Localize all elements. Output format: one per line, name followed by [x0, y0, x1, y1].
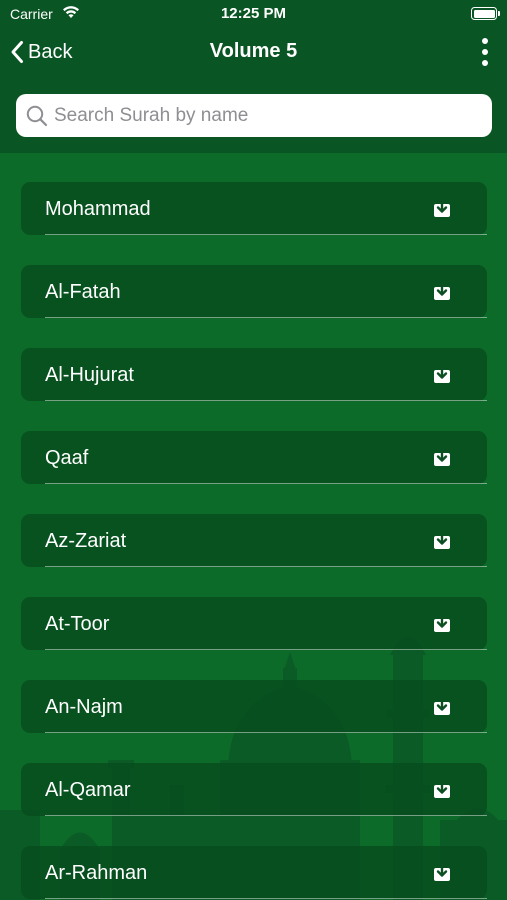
row-divider — [45, 566, 487, 567]
search-input[interactable] — [54, 104, 474, 127]
surah-row[interactable]: Ar-Rahman — [21, 846, 487, 899]
status-time: 12:25 PM — [220, 5, 287, 22]
row-divider — [45, 815, 487, 816]
more-dot-icon — [482, 60, 488, 66]
battery-icon — [471, 7, 500, 20]
row-divider — [45, 234, 487, 235]
surah-name: Al-Qamar — [45, 779, 131, 801]
surah-row[interactable]: Az-Zariat — [21, 514, 487, 567]
download-icon[interactable] — [433, 365, 451, 384]
download-icon[interactable] — [433, 282, 451, 301]
status-bar: Carrier 12:25 PM — [0, 0, 507, 28]
download-icon[interactable] — [433, 531, 451, 550]
header: Carrier 12:25 PM Back Volume 5 — [0, 0, 507, 153]
surah-row[interactable]: At-Toor — [21, 597, 487, 650]
row-divider — [45, 732, 487, 733]
more-options-button[interactable] — [477, 36, 493, 68]
download-icon[interactable] — [433, 614, 451, 633]
download-icon[interactable] — [433, 697, 451, 716]
surah-row[interactable]: Al-Qamar — [21, 763, 487, 816]
row-divider — [45, 898, 487, 899]
row-divider — [45, 400, 487, 401]
more-dot-icon — [482, 49, 488, 55]
download-icon[interactable] — [433, 448, 451, 467]
search-bar — [16, 94, 492, 137]
page-title: Volume 5 — [209, 40, 298, 62]
surah-name: Az-Zariat — [45, 530, 127, 552]
surah-name: Mohammad — [45, 198, 151, 220]
download-icon[interactable] — [433, 199, 451, 218]
surah-name: An-Najm — [45, 696, 123, 718]
download-icon[interactable] — [433, 863, 451, 882]
surah-row[interactable]: An-Najm — [21, 680, 487, 733]
row-divider — [45, 649, 487, 650]
search-icon — [26, 105, 48, 126]
download-icon[interactable] — [433, 780, 451, 799]
surah-name: Al-Hujurat — [45, 364, 134, 386]
surah-row[interactable]: Qaaf — [21, 431, 487, 484]
surah-name: Qaaf — [45, 447, 89, 469]
more-dot-icon — [482, 38, 488, 44]
row-divider — [45, 483, 487, 484]
surah-name: At-Toor — [45, 613, 110, 635]
surah-name: Al-Fatah — [45, 281, 121, 303]
surah-row[interactable]: Al-Hujurat — [21, 348, 487, 401]
surah-row[interactable]: Mohammad — [21, 182, 487, 235]
surah-row[interactable]: Al-Fatah — [21, 265, 487, 318]
row-divider — [45, 317, 487, 318]
surah-name: Ar-Rahman — [45, 862, 148, 884]
